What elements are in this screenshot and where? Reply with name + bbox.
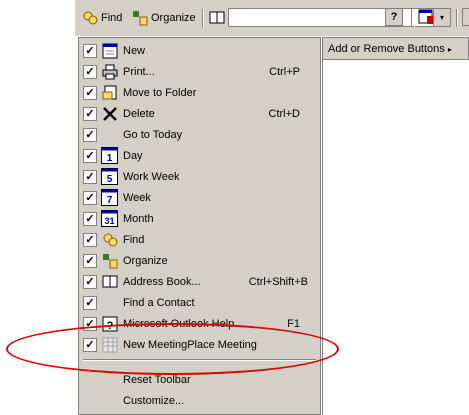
menu-item-label: Address Book... xyxy=(123,275,201,288)
find-toolbar-label: Find xyxy=(101,12,123,24)
address-book-toolbar-button[interactable] xyxy=(209,8,225,28)
menu-item-shortcut: F1 xyxy=(287,317,300,330)
menu-item-label: Week xyxy=(123,191,151,204)
menu-item-label: Work Week xyxy=(123,170,180,183)
menu-item-find[interactable]: ✓ Find xyxy=(79,229,320,250)
menu-item-move-to-folder[interactable]: ✓ Move to Folder xyxy=(79,82,320,103)
month-number: 31 xyxy=(104,216,114,226)
checkmark-icon: ✓ xyxy=(83,106,97,121)
organize-icon xyxy=(101,252,118,269)
menu-item-label: New xyxy=(123,44,146,57)
calendar-toolbar-button[interactable] xyxy=(417,8,435,26)
menu-item-shortcut: Ctrl+P xyxy=(269,65,300,78)
work-week-number: 5 xyxy=(107,174,113,185)
menu-item-label: Go to Today xyxy=(123,128,183,141)
toolbar-separator xyxy=(202,9,204,27)
menu-item-month[interactable]: ✓ 31 Month xyxy=(79,208,320,229)
checkmark-icon: ✓ xyxy=(83,148,97,163)
menu-item-day[interactable]: ✓ 1 Day xyxy=(79,145,320,166)
delete-icon xyxy=(101,105,118,122)
menu-item-go-to-today[interactable]: ✓ Go to Today xyxy=(79,124,320,145)
blank-icon xyxy=(101,294,118,311)
menu-item-label: Microsoft Outlook Help xyxy=(123,317,235,330)
checkmark-icon: ✓ xyxy=(83,43,97,58)
menu-item-new[interactable]: ✓ New xyxy=(79,40,320,61)
find-toolbar-button[interactable]: Find xyxy=(82,8,122,28)
menu-item-outlook-help[interactable]: ✓ ? Microsoft Outlook Help F1 xyxy=(79,313,320,334)
print-icon xyxy=(101,63,118,80)
menu-item-label: New MeetingPlace Meeting xyxy=(123,338,257,351)
menu-item-delete[interactable]: ✓ Delete Ctrl+D xyxy=(79,103,320,124)
toolbar-separator xyxy=(411,9,415,27)
organize-icon xyxy=(133,11,148,26)
checkmark-icon: ✓ xyxy=(83,64,97,79)
menu-item-week[interactable]: ✓ 7 Week xyxy=(79,187,320,208)
menu-item-organize[interactable]: ✓ Organize xyxy=(79,250,320,271)
checkmark-icon: ✓ xyxy=(83,253,97,268)
checkmark-icon: ✓ xyxy=(83,316,97,331)
checkmark-icon: ✓ xyxy=(83,190,97,205)
menu-item-print[interactable]: ✓ Print... Ctrl+P xyxy=(79,61,320,82)
move-folder-icon xyxy=(101,84,118,101)
menu-item-shortcut: Ctrl+Shift+B xyxy=(248,275,308,288)
add-remove-buttons[interactable]: Add or Remove Buttons ▸ xyxy=(322,37,469,60)
menu-item-address-book[interactable]: ✓ Address Book... Ctrl+Shift+B xyxy=(79,271,320,292)
checkmark-icon: ✓ xyxy=(83,127,97,142)
menu-item-label: Find xyxy=(123,233,145,246)
week-icon: 7 xyxy=(101,189,118,206)
menu-item-customize[interactable]: Customize... xyxy=(79,390,320,411)
blank-icon xyxy=(101,126,118,143)
help-toolbar-button[interactable]: ? xyxy=(385,8,403,26)
toolbar-buttons-menu: ✓ New ✓ Print... Ctrl+P ✓ Move to Folder… xyxy=(78,37,321,415)
menu-item-shortcut: Ctrl+D xyxy=(268,107,300,120)
standard-toolbar: Find Organize ▾ xyxy=(75,0,469,36)
work-week-icon: 5 xyxy=(101,168,118,185)
week-number: 7 xyxy=(107,195,113,206)
menu-item-label: Reset Toolbar xyxy=(123,373,191,386)
menu-item-label: Day xyxy=(123,149,143,162)
checkmark-icon: ✓ xyxy=(83,169,97,184)
meetingplace-icon xyxy=(101,336,118,353)
menu-item-work-week[interactable]: ✓ 5 Work Week xyxy=(79,166,320,187)
find-icon xyxy=(101,231,118,248)
calendar-icon xyxy=(418,9,433,24)
menu-item-label: Move to Folder xyxy=(123,86,197,99)
day-number: 1 xyxy=(107,153,113,164)
checkmark-icon: ✓ xyxy=(83,274,97,289)
toolbar-more-button[interactable] xyxy=(438,8,469,28)
checkmark-icon: ✓ xyxy=(83,85,97,100)
menu-item-find-a-contact[interactable]: ✓ Find a Contact xyxy=(79,292,320,313)
checkmark-icon: ✓ xyxy=(83,232,97,247)
organize-toolbar-button[interactable]: Organize xyxy=(132,8,196,28)
checkmark-icon: ✓ xyxy=(83,337,97,352)
menu-item-label: Organize xyxy=(123,254,168,267)
menu-item-label: Print... xyxy=(123,65,155,78)
menu-item-reset-toolbar[interactable]: Reset Toolbar xyxy=(79,369,320,390)
address-book-icon xyxy=(101,273,118,290)
organize-toolbar-label: Organize xyxy=(151,12,196,24)
checkmark-icon: ✓ xyxy=(83,211,97,226)
submenu-arrow-icon: ▸ xyxy=(447,45,452,54)
month-icon: 31 xyxy=(101,210,118,227)
day-icon: 1 xyxy=(101,147,118,164)
find-icon xyxy=(83,11,98,25)
help-icon: ? xyxy=(390,11,398,23)
menu-item-new-meetingplace-meeting[interactable]: ✓ New MeetingPlace Meeting xyxy=(79,334,320,355)
content-pane xyxy=(322,60,469,415)
menu-item-label: Customize... xyxy=(123,394,185,407)
add-remove-label: Add or Remove Buttons xyxy=(328,43,445,55)
menu-item-label: Find a Contact xyxy=(123,296,195,309)
menu-separator xyxy=(83,359,316,361)
checkmark-icon: ✓ xyxy=(83,295,97,310)
new-icon xyxy=(101,42,118,59)
menu-item-label: Month xyxy=(123,212,154,225)
help-icon: ? xyxy=(101,315,118,332)
address-book-icon xyxy=(209,11,225,24)
menu-item-label: Delete xyxy=(123,107,155,120)
help-glyph: ? xyxy=(106,320,113,332)
